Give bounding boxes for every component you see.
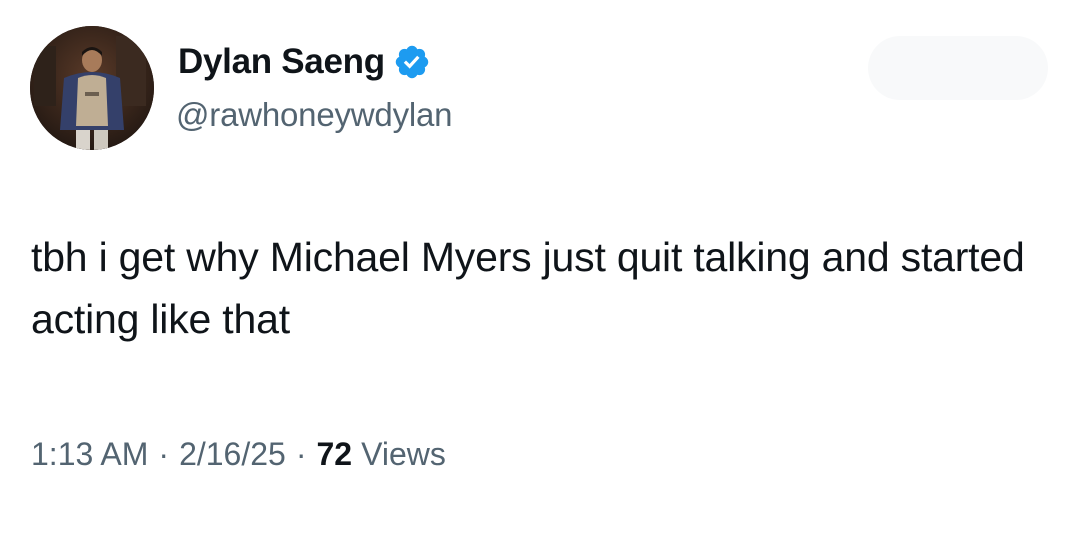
separator: · <box>158 436 170 472</box>
display-name[interactable]: Dylan Saeng <box>178 42 385 82</box>
avatar[interactable] <box>30 26 154 150</box>
author-name-row: Dylan Saeng <box>178 38 431 86</box>
verified-badge-icon <box>393 43 431 81</box>
tweet-text: tbh i get why Michael Myers just quit ta… <box>31 234 1025 342</box>
follow-button[interactable] <box>868 36 1048 100</box>
tweet-metadata: 1:13 AM · 2/16/25 · 72 Views <box>31 436 446 473</box>
author-handle[interactable]: @rawhoneywdylan <box>176 96 453 134</box>
avatar-photo <box>30 26 154 150</box>
tweet-card: Dylan Saeng @rawhoneywdylan tbh i get wh… <box>0 0 1080 536</box>
views-count: 72 <box>316 436 353 472</box>
views-label: Views <box>361 436 446 472</box>
tweet-date[interactable]: 2/16/25 <box>179 436 286 473</box>
tweet-time[interactable]: 1:13 AM <box>31 436 148 473</box>
separator: · <box>295 436 307 472</box>
